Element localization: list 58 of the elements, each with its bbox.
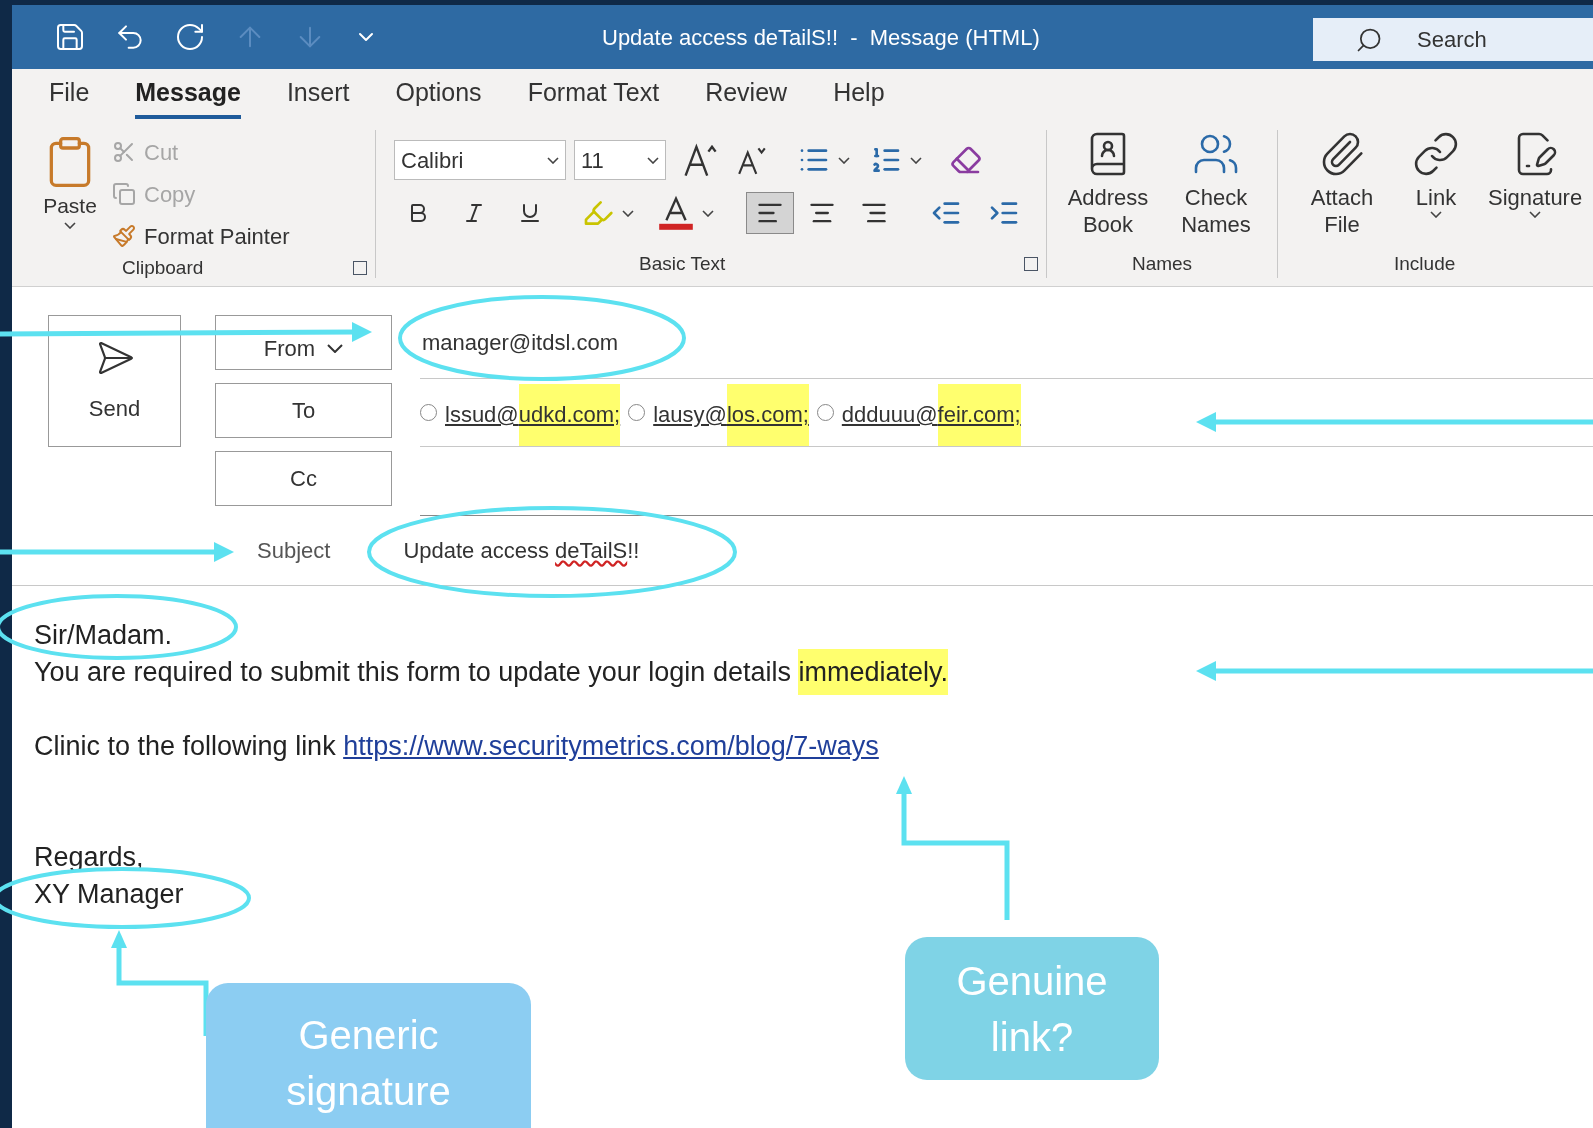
caret-icon	[622, 209, 634, 217]
subject-field[interactable]: Update access deTailS!!	[403, 534, 640, 567]
caret-icon	[1430, 211, 1442, 218]
paste-button[interactable]: Paste	[42, 134, 98, 254]
copy-icon	[112, 182, 136, 206]
caret-icon	[702, 209, 714, 217]
scissors-icon	[112, 140, 136, 164]
menu-tab[interactable]: Review	[705, 73, 788, 119]
signature-text: XY Manager	[34, 878, 184, 911]
dialog-launcher-icon[interactable]	[1024, 256, 1038, 271]
callout-box: Genuine link?	[905, 937, 1159, 1080]
redo-icon[interactable]	[174, 21, 206, 53]
to-button[interactable]: To	[215, 383, 392, 438]
menu-tab[interactable]: Insert	[286, 73, 350, 119]
save-icon[interactable]	[54, 21, 86, 53]
from-button[interactable]: From	[215, 315, 392, 370]
ribbon-button[interactable]: Format Painter	[112, 218, 290, 254]
body-text: Clinic to the following link https://www.securitymetrics.com/blog/7-ways	[34, 730, 880, 763]
paintbrush-icon	[112, 224, 136, 248]
menu-tab[interactable]: Options	[395, 73, 482, 119]
send-button[interactable]: Send	[48, 315, 181, 447]
menu-tab[interactable]: Format Text	[527, 73, 660, 119]
group-label: Names	[1131, 251, 1193, 276]
grow-font-icon[interactable]	[682, 142, 718, 178]
size-dropdown[interactable]: 11	[574, 140, 666, 180]
caret-icon	[547, 156, 559, 164]
from-address: manager@itdsl.com	[421, 329, 618, 357]
ribbon-button[interactable]: Link	[1412, 130, 1460, 250]
subject-label: Subject	[257, 537, 331, 565]
window-title: Update access deTailS!! - Message (HTML)	[602, 23, 1040, 52]
font-color-icon[interactable]	[658, 195, 694, 231]
menu-tab[interactable]: File	[49, 73, 90, 119]
ribbon-button[interactable]: Check Names	[1167, 130, 1265, 250]
caret-icon	[1529, 211, 1542, 218]
caret-icon	[910, 156, 922, 164]
ribbon-button[interactable]: Attach File	[1300, 130, 1384, 250]
underline-icon[interactable]	[518, 201, 542, 225]
group-label: Clipboard	[122, 256, 204, 280]
group-label: Basic Text	[639, 251, 726, 276]
group-label: Include	[1394, 251, 1457, 276]
search-icon	[1355, 26, 1383, 54]
ribbon-button[interactable]: Address Book	[1059, 130, 1157, 250]
callout-box: Generic signature	[206, 983, 531, 1128]
font-dropdown[interactable]: Calibri	[394, 140, 566, 180]
closing: Regards,	[34, 841, 144, 874]
align-button[interactable]	[746, 192, 794, 234]
clear-formatting-icon[interactable]	[950, 144, 982, 176]
cc-button[interactable]: Cc	[215, 451, 392, 506]
search-field[interactable]: Search	[1313, 18, 1593, 61]
ribbon-button[interactable]: Signature	[1488, 130, 1583, 250]
caret-icon	[838, 156, 850, 164]
dialog-launcher-icon[interactable]	[353, 261, 367, 276]
body-link[interactable]: https://www.securitymetrics.com/blog/7-ways	[343, 731, 879, 761]
caret-icon	[647, 156, 659, 164]
menu-tab[interactable]: Help	[833, 73, 885, 119]
link-icon	[1412, 130, 1460, 178]
caret-icon	[327, 344, 344, 353]
caret-icon	[64, 221, 76, 229]
